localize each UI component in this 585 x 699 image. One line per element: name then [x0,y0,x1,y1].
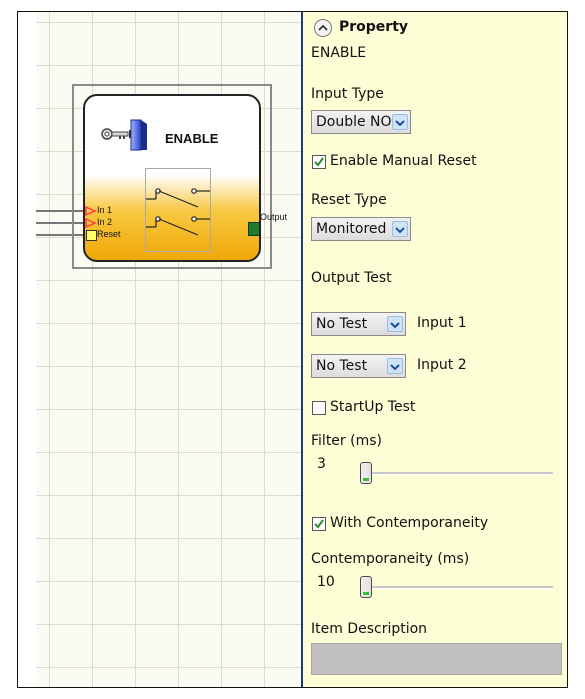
key-switch-icon [101,119,147,151]
block-title: ENABLE [165,131,219,146]
checkmark-icon [314,519,324,529]
output-pin-icon[interactable] [248,222,259,236]
input-type-select[interactable]: Double NO [311,110,411,134]
with-contemporaneity-label[interactable]: With Contemporaneity [330,515,488,531]
filter-slider-track[interactable] [365,472,553,475]
contemporaneity-value: 10 [317,574,335,590]
output-test-1-input-label: Input 1 [417,315,467,331]
input-pin-2-label: In 2 [97,217,113,227]
filter-label: Filter (ms) [311,433,382,449]
contacts-symbol [145,168,211,252]
dropdown-arrow-icon [392,114,408,130]
reset-pin-label: Reset [97,229,121,239]
panel-header: Property [339,19,409,35]
panel-subtitle: ENABLE [311,45,367,61]
diagram-canvas[interactable]: ENABLE In 1 In 2 Reset Output [36,12,320,687]
dropdown-arrow-icon [387,358,403,374]
dropdown-arrow-icon [392,221,408,237]
filter-slider-thumb[interactable] [360,462,372,484]
output-test-1-select[interactable]: No Test [311,312,406,336]
reset-pin-icon[interactable] [86,230,97,241]
reset-type-label: Reset Type [311,192,387,208]
output-test-label: Output Test [311,270,392,286]
output-test-2-select[interactable]: No Test [311,354,406,378]
output-test-1-value: No Test [316,316,368,332]
filter-value: 3 [317,456,326,472]
enable-manual-reset-label[interactable]: Enable Manual Reset [330,153,477,169]
application-frame: ENABLE In 1 In 2 Reset Output Property E… [17,11,568,688]
input-pin-1-icon[interactable] [85,206,97,216]
input-type-label: Input Type [311,86,384,102]
collapse-chevron-icon [314,19,332,37]
with-contemporaneity-checkbox[interactable] [312,517,326,531]
enable-function-block[interactable]: ENABLE In 1 In 2 Reset [83,94,261,262]
dropdown-arrow-icon [387,316,403,332]
output-test-2-value: No Test [316,358,368,374]
startup-test-checkbox[interactable] [312,401,326,415]
collapse-property-button[interactable] [313,18,333,38]
reset-type-select[interactable]: Monitored [311,217,411,241]
reset-type-value: Monitored [316,221,387,237]
contemporaneity-slider-thumb[interactable] [360,576,372,598]
contemporaneity-slider-track[interactable] [365,586,553,589]
relay-contacts-icon [146,188,210,236]
contemporaneity-label: Contemporaneity (ms) [311,551,470,567]
property-panel: Property ENABLE Input Type Double NO Ena… [303,12,567,687]
input-pin-2-icon[interactable] [85,218,97,228]
checkmark-icon [314,157,324,167]
input-type-value: Double NO [316,114,392,130]
item-description-input[interactable] [311,643,562,675]
startup-test-label[interactable]: StartUp Test [330,399,415,415]
enable-manual-reset-checkbox[interactable] [312,155,326,169]
output-pin-label: Output [260,212,288,222]
output-test-2-input-label: Input 2 [417,357,467,373]
input-pin-1-label: In 1 [97,205,113,215]
item-description-label: Item Description [311,621,428,637]
